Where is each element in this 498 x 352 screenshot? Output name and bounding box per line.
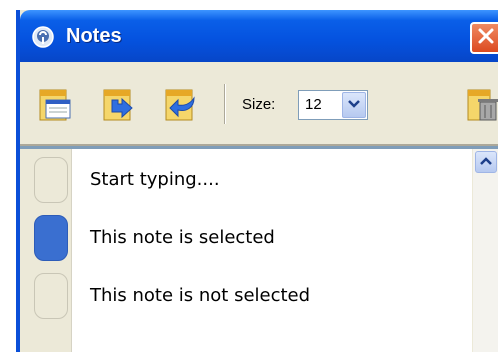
title-bar[interactable]: Notes (20, 10, 498, 62)
new-note-icon (38, 89, 72, 126)
toolbar: Size: 12 (20, 62, 498, 146)
size-select[interactable]: 12 (298, 90, 368, 120)
note-item-selected[interactable]: This note is selected (20, 211, 472, 267)
note-marker[interactable] (34, 273, 68, 319)
size-label: Size: (242, 96, 276, 113)
delete-note-button[interactable] (466, 86, 498, 122)
notes-app-icon (32, 26, 54, 48)
vertical-scrollbar[interactable] (472, 149, 498, 352)
note-text[interactable]: Start typing.... (90, 169, 220, 190)
import-note-button[interactable] (102, 86, 136, 122)
notes-list: Start typing.... This note is selected T… (20, 149, 498, 352)
new-note-button[interactable] (38, 86, 72, 122)
notes-window: Notes Size: 12 Start typing.... This not… (16, 10, 498, 352)
close-button[interactable] (470, 22, 498, 54)
import-note-icon (102, 89, 136, 126)
note-text[interactable]: This note is not selected (90, 285, 310, 306)
window-title: Notes (66, 25, 122, 47)
scroll-up-button[interactable] (475, 151, 497, 173)
toolbar-separator (224, 84, 226, 124)
size-value: 12 (305, 96, 322, 113)
note-item[interactable]: This note is not selected (20, 269, 472, 325)
note-text[interactable]: This note is selected (90, 227, 275, 248)
trash-icon (466, 89, 498, 126)
export-note-button[interactable] (164, 86, 198, 122)
note-item[interactable]: Start typing.... (20, 153, 472, 209)
note-marker[interactable] (34, 157, 68, 203)
size-dropdown-button[interactable] (342, 92, 366, 118)
close-icon (477, 27, 495, 50)
note-marker-selected[interactable] (34, 215, 68, 261)
chevron-up-icon (479, 153, 493, 171)
chevron-down-icon (347, 96, 361, 114)
export-note-icon (164, 89, 198, 126)
